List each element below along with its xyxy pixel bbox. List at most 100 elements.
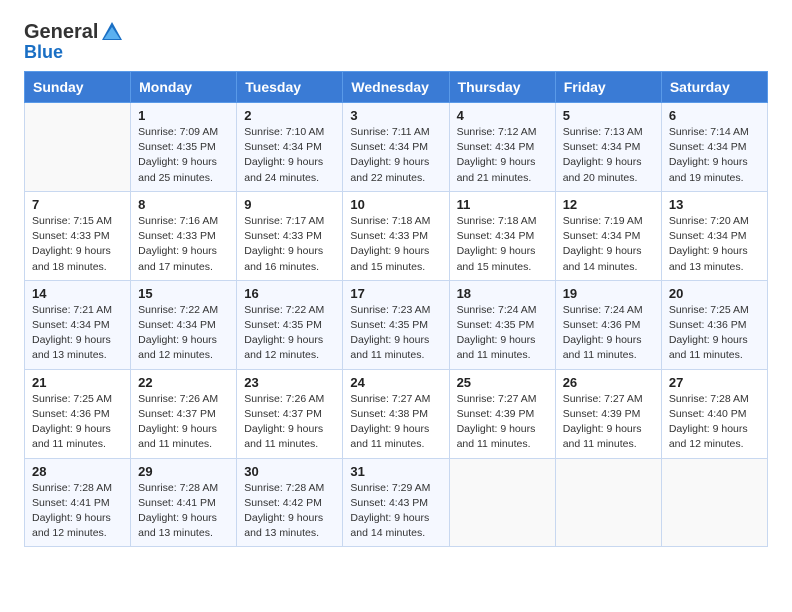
cell-sun-info: Sunrise: 7:14 AMSunset: 4:34 PMDaylight:…: [669, 125, 760, 186]
header-tuesday: Tuesday: [237, 72, 343, 103]
calendar-cell: 9 Sunrise: 7:17 AMSunset: 4:33 PMDaylight…: [237, 191, 343, 280]
cell-sun-info: Sunrise: 7:25 AMSunset: 4:36 PMDaylight:…: [669, 303, 760, 364]
cell-sun-info: Sunrise: 7:29 AMSunset: 4:43 PMDaylight:…: [350, 481, 441, 542]
cell-sun-info: Sunrise: 7:23 AMSunset: 4:35 PMDaylight:…: [350, 303, 441, 364]
logo-area: General Blue: [24, 20, 126, 63]
cell-sun-info: Sunrise: 7:27 AMSunset: 4:38 PMDaylight:…: [350, 392, 441, 453]
day-number: 12: [563, 197, 654, 212]
calendar-week-row: 21Sunrise: 7:25 AMSunset: 4:36 PMDayligh…: [25, 369, 768, 458]
calendar-cell: 14Sunrise: 7:21 AMSunset: 4:34 PMDayligh…: [25, 280, 131, 369]
day-number: 9: [244, 197, 335, 212]
cell-sun-info: Sunrise: 7:16 AMSunset: 4:33 PMDaylight:…: [138, 214, 229, 275]
calendar-cell: 3 Sunrise: 7:11 AMSunset: 4:34 PMDaylight…: [343, 103, 449, 192]
cell-sun-info: Sunrise: 7:27 AMSunset: 4:39 PMDaylight:…: [563, 392, 654, 453]
header: General Blue: [24, 20, 768, 63]
calendar-cell: 2 Sunrise: 7:10 AMSunset: 4:34 PMDaylight…: [237, 103, 343, 192]
cell-sun-info: Sunrise: 7:18 AMSunset: 4:34 PMDaylight:…: [457, 214, 548, 275]
calendar-cell: 6 Sunrise: 7:14 AMSunset: 4:34 PMDaylight…: [661, 103, 767, 192]
day-number: 14: [32, 286, 123, 301]
cell-sun-info: Sunrise: 7:09 AMSunset: 4:35 PMDaylight:…: [138, 125, 229, 186]
calendar-cell: 23 Sunrise: 7:26 AMSunset: 4:37 PMDayligh…: [237, 369, 343, 458]
day-number: 28: [32, 464, 123, 479]
cell-sun-info: Sunrise: 7:19 AMSunset: 4:34 PMDaylight:…: [563, 214, 654, 275]
cell-sun-info: Sunrise: 7:24 AMSunset: 4:36 PMDaylight:…: [563, 303, 654, 364]
calendar-cell: 1 Sunrise: 7:09 AMSunset: 4:35 PMDaylight…: [131, 103, 237, 192]
calendar-cell: 26 Sunrise: 7:27 AMSunset: 4:39 PMDayligh…: [555, 369, 661, 458]
day-number: 19: [563, 286, 654, 301]
calendar-cell: [449, 458, 555, 547]
day-number: 31: [350, 464, 441, 479]
cell-sun-info: Sunrise: 7:15 AMSunset: 4:33 PMDaylight:…: [32, 214, 123, 275]
calendar-cell: 25Sunrise: 7:27 AMSunset: 4:39 PMDayligh…: [449, 369, 555, 458]
cell-sun-info: Sunrise: 7:26 AMSunset: 4:37 PMDaylight:…: [244, 392, 335, 453]
day-number: 29: [138, 464, 229, 479]
day-number: 17: [350, 286, 441, 301]
day-number: 18: [457, 286, 548, 301]
day-number: 16: [244, 286, 335, 301]
calendar-cell: 16 Sunrise: 7:22 AMSunset: 4:35 PMDayligh…: [237, 280, 343, 369]
calendar-cell: [25, 103, 131, 192]
calendar-cell: 17 Sunrise: 7:23 AMSunset: 4:35 PMDayligh…: [343, 280, 449, 369]
cell-sun-info: Sunrise: 7:27 AMSunset: 4:39 PMDaylight:…: [457, 392, 548, 453]
calendar-cell: 28 Sunrise: 7:28 AMSunset: 4:41 PMDayligh…: [25, 458, 131, 547]
day-number: 2: [244, 108, 335, 123]
calendar-week-row: 14Sunrise: 7:21 AMSunset: 4:34 PMDayligh…: [25, 280, 768, 369]
calendar-cell: 19 Sunrise: 7:24 AMSunset: 4:36 PMDayligh…: [555, 280, 661, 369]
cell-sun-info: Sunrise: 7:28 AMSunset: 4:41 PMDaylight:…: [32, 481, 123, 542]
calendar-cell: 29Sunrise: 7:28 AMSunset: 4:41 PMDayligh…: [131, 458, 237, 547]
calendar: SundayMondayTuesdayWednesdayThursdayFrid…: [24, 71, 768, 547]
calendar-cell: 12 Sunrise: 7:19 AMSunset: 4:34 PMDayligh…: [555, 191, 661, 280]
day-number: 5: [563, 108, 654, 123]
day-number: 6: [669, 108, 760, 123]
calendar-cell: [555, 458, 661, 547]
calendar-cell: 20 Sunrise: 7:25 AMSunset: 4:36 PMDayligh…: [661, 280, 767, 369]
calendar-cell: 22Sunrise: 7:26 AMSunset: 4:37 PMDayligh…: [131, 369, 237, 458]
calendar-cell: 30 Sunrise: 7:28 AMSunset: 4:42 PMDayligh…: [237, 458, 343, 547]
calendar-week-row: 28 Sunrise: 7:28 AMSunset: 4:41 PMDayligh…: [25, 458, 768, 547]
cell-sun-info: Sunrise: 7:22 AMSunset: 4:35 PMDaylight:…: [244, 303, 335, 364]
day-number: 11: [457, 197, 548, 212]
day-number: 27: [669, 375, 760, 390]
calendar-cell: 24 Sunrise: 7:27 AMSunset: 4:38 PMDayligh…: [343, 369, 449, 458]
cell-sun-info: Sunrise: 7:13 AMSunset: 4:34 PMDaylight:…: [563, 125, 654, 186]
cell-sun-info: Sunrise: 7:20 AMSunset: 4:34 PMDaylight:…: [669, 214, 760, 275]
day-number: 3: [350, 108, 441, 123]
day-number: 26: [563, 375, 654, 390]
cell-sun-info: Sunrise: 7:28 AMSunset: 4:42 PMDaylight:…: [244, 481, 335, 542]
header-thursday: Thursday: [449, 72, 555, 103]
header-sunday: Sunday: [25, 72, 131, 103]
calendar-cell: 7 Sunrise: 7:15 AMSunset: 4:33 PMDaylight…: [25, 191, 131, 280]
calendar-week-row: 1 Sunrise: 7:09 AMSunset: 4:35 PMDaylight…: [25, 103, 768, 192]
cell-sun-info: Sunrise: 7:24 AMSunset: 4:35 PMDaylight:…: [457, 303, 548, 364]
day-number: 4: [457, 108, 548, 123]
day-number: 1: [138, 108, 229, 123]
calendar-cell: 15Sunrise: 7:22 AMSunset: 4:34 PMDayligh…: [131, 280, 237, 369]
day-number: 13: [669, 197, 760, 212]
calendar-week-row: 7 Sunrise: 7:15 AMSunset: 4:33 PMDaylight…: [25, 191, 768, 280]
day-number: 23: [244, 375, 335, 390]
header-wednesday: Wednesday: [343, 72, 449, 103]
cell-sun-info: Sunrise: 7:10 AMSunset: 4:34 PMDaylight:…: [244, 125, 335, 186]
cell-sun-info: Sunrise: 7:28 AMSunset: 4:40 PMDaylight:…: [669, 392, 760, 453]
header-monday: Monday: [131, 72, 237, 103]
header-friday: Friday: [555, 72, 661, 103]
cell-sun-info: Sunrise: 7:11 AMSunset: 4:34 PMDaylight:…: [350, 125, 441, 186]
day-number: 30: [244, 464, 335, 479]
cell-sun-info: Sunrise: 7:26 AMSunset: 4:37 PMDaylight:…: [138, 392, 229, 453]
cell-sun-info: Sunrise: 7:18 AMSunset: 4:33 PMDaylight:…: [350, 214, 441, 275]
cell-sun-info: Sunrise: 7:25 AMSunset: 4:36 PMDaylight:…: [32, 392, 123, 453]
day-number: 24: [350, 375, 441, 390]
logo-blue-text: Blue: [24, 42, 63, 63]
day-number: 7: [32, 197, 123, 212]
day-number: 8: [138, 197, 229, 212]
day-number: 15: [138, 286, 229, 301]
calendar-cell: 8 Sunrise: 7:16 AMSunset: 4:33 PMDaylight…: [131, 191, 237, 280]
day-number: 20: [669, 286, 760, 301]
calendar-cell: 11 Sunrise: 7:18 AMSunset: 4:34 PMDayligh…: [449, 191, 555, 280]
cell-sun-info: Sunrise: 7:17 AMSunset: 4:33 PMDaylight:…: [244, 214, 335, 275]
calendar-header-row: SundayMondayTuesdayWednesdayThursdayFrid…: [25, 72, 768, 103]
calendar-cell: 27 Sunrise: 7:28 AMSunset: 4:40 PMDayligh…: [661, 369, 767, 458]
logo-icon: [100, 20, 124, 44]
cell-sun-info: Sunrise: 7:12 AMSunset: 4:34 PMDaylight:…: [457, 125, 548, 186]
calendar-cell: 13 Sunrise: 7:20 AMSunset: 4:34 PMDayligh…: [661, 191, 767, 280]
